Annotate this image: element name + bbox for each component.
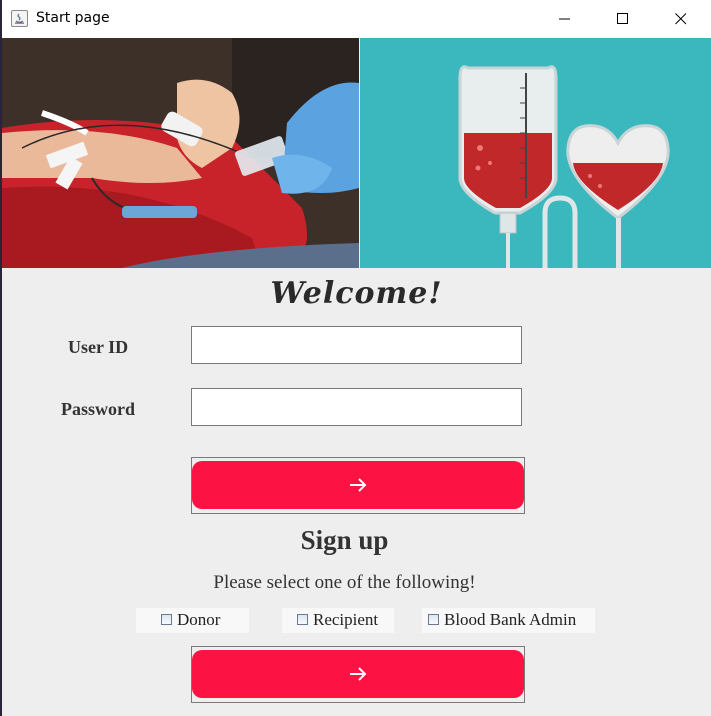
- signup-button-frame: [191, 646, 525, 703]
- signup-heading: Sign up: [300, 525, 389, 555]
- signup-instruction: Please select one of the following!: [213, 572, 476, 593]
- app-window: Start page Welcome! User ID Password Sig…: [2, 0, 711, 716]
- maximize-icon: [617, 13, 628, 24]
- checkbox-box[interactable]: [161, 614, 172, 625]
- donor-arm-photo: [2, 38, 359, 268]
- minimize-icon: [559, 18, 570, 20]
- close-icon: [675, 13, 687, 25]
- blood-bag-heart-illustration: [360, 38, 711, 268]
- maximize-button[interactable]: [600, 0, 646, 38]
- recipient-checkbox-label: Recipient: [313, 610, 379, 629]
- welcome-heading: Welcome!: [270, 276, 443, 311]
- arrow-right-icon: [350, 478, 367, 492]
- login-button-frame: [191, 457, 525, 514]
- arrow-right-icon: [350, 667, 367, 681]
- password-field[interactable]: [191, 388, 522, 426]
- login-button[interactable]: [192, 461, 524, 509]
- signup-button[interactable]: [192, 650, 524, 698]
- title-bar[interactable]: Start page: [2, 0, 711, 38]
- window-title: Start page: [36, 10, 110, 26]
- java-app-icon: [11, 10, 28, 27]
- donor-checkbox-label: Donor: [177, 610, 221, 629]
- minimize-button[interactable]: [542, 0, 588, 38]
- checkbox-box[interactable]: [297, 614, 308, 625]
- blood-bank-admin-checkbox-label: Blood Bank Admin: [444, 610, 577, 629]
- password-label: Password: [61, 399, 136, 419]
- recipient-checkbox[interactable]: Recipient: [282, 608, 394, 633]
- user-id-label: User ID: [68, 337, 129, 357]
- donor-checkbox[interactable]: Donor: [136, 608, 249, 633]
- user-id-input[interactable]: [192, 327, 521, 363]
- close-button[interactable]: [658, 0, 704, 38]
- password-input[interactable]: [192, 389, 521, 425]
- user-id-field[interactable]: [191, 326, 522, 364]
- blood-bank-admin-checkbox[interactable]: Blood Bank Admin: [422, 608, 595, 633]
- checkbox-box[interactable]: [428, 614, 439, 625]
